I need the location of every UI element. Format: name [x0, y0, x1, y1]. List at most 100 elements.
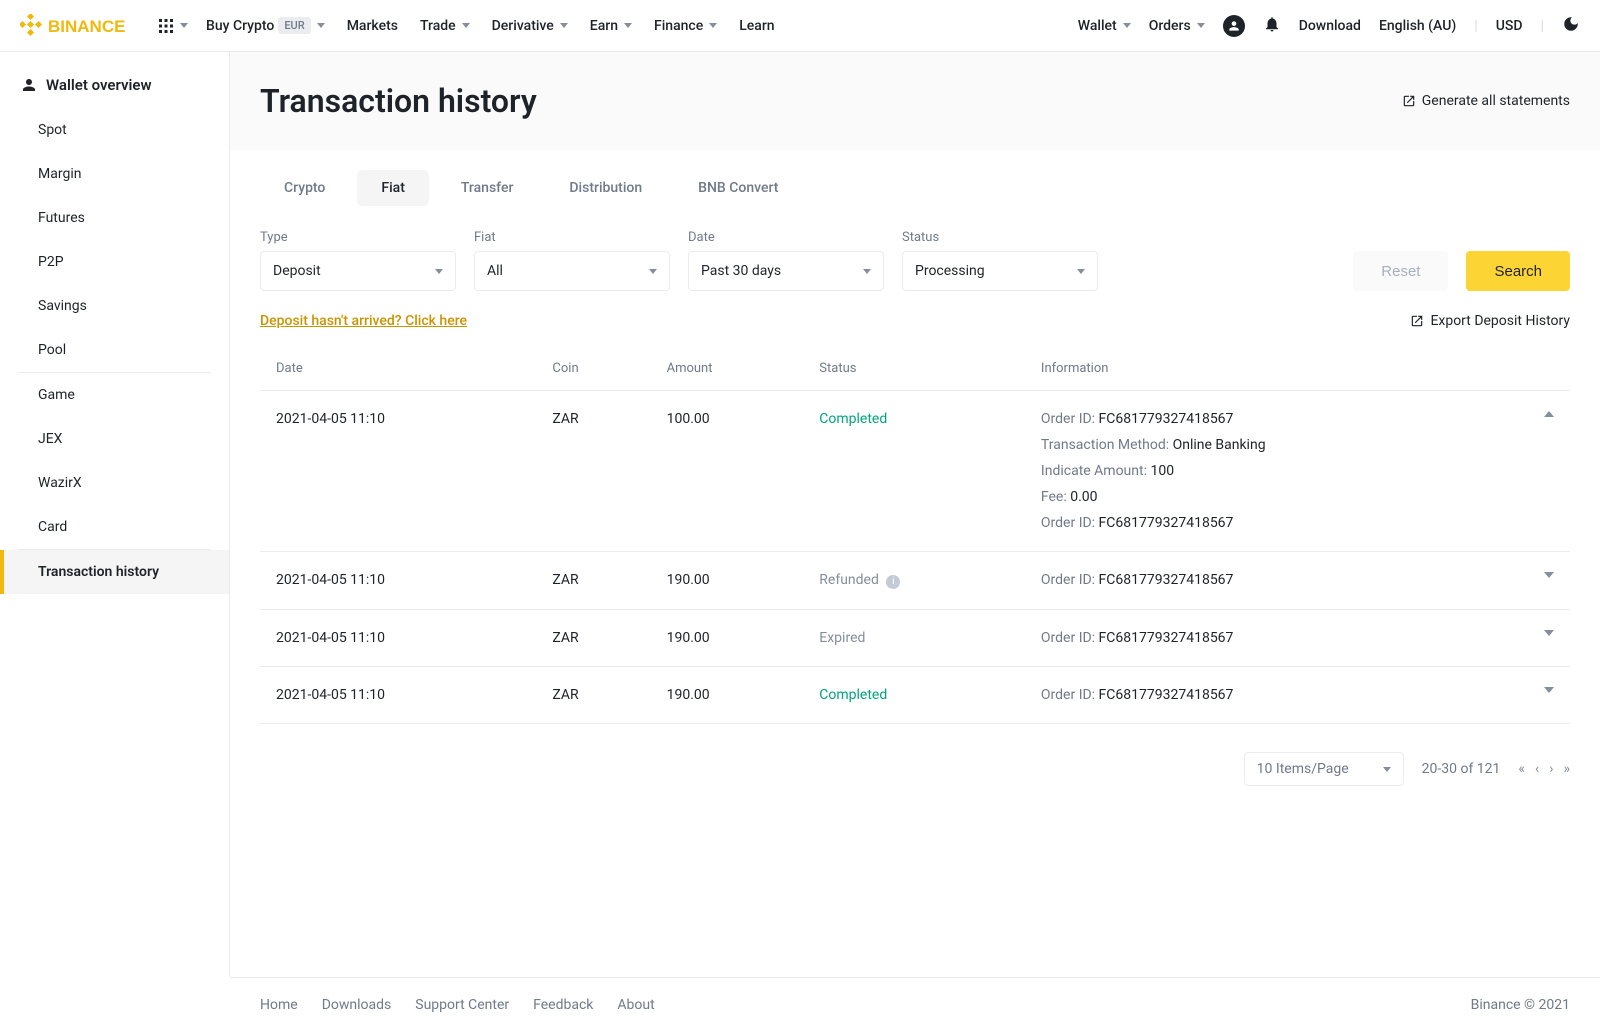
grid-icon: [158, 18, 174, 34]
pager-next[interactable]: ›: [1549, 761, 1553, 777]
sidebar-item-transaction-history[interactable]: Transaction history: [0, 550, 229, 594]
cell-coin: ZAR: [536, 391, 650, 552]
table-row: 2021-04-05 11:10 ZAR 100.00 Completed Or…: [260, 391, 1570, 552]
sidebar-item-card[interactable]: Card: [18, 505, 211, 550]
chevron-down-icon: [1383, 767, 1391, 772]
tab-crypto[interactable]: Crypto: [260, 170, 349, 206]
cell-information: Order ID: FC681779327418567: [1025, 610, 1528, 667]
sidebar-item-spot[interactable]: Spot: [18, 108, 211, 152]
filter-fiat-select[interactable]: All: [474, 251, 670, 291]
tab-distribution[interactable]: Distribution: [545, 170, 666, 206]
nav-trade[interactable]: Trade: [420, 18, 470, 34]
tab-transfer[interactable]: Transfer: [437, 170, 538, 206]
col-status: Status: [803, 347, 1025, 391]
filter-status-select[interactable]: Processing: [902, 251, 1098, 291]
binance-logo[interactable]: BINANCE: [20, 14, 140, 38]
nav-orders[interactable]: Orders: [1149, 18, 1205, 34]
row-expand-toggle[interactable]: [1544, 572, 1554, 578]
chevron-down-icon: [560, 23, 568, 28]
nav-buy-crypto[interactable]: Buy Crypto EUR: [206, 17, 325, 34]
cell-status: Expired: [803, 610, 1025, 667]
row-expand-toggle[interactable]: [1544, 687, 1554, 693]
nav-wallet[interactable]: Wallet: [1078, 18, 1131, 34]
footer-home[interactable]: Home: [260, 997, 298, 1013]
sidebar-item-jex[interactable]: JEX: [18, 417, 211, 461]
sidebar-item-futures[interactable]: Futures: [18, 196, 211, 240]
nav-markets[interactable]: Markets: [347, 18, 398, 34]
nav-derivative[interactable]: Derivative: [492, 18, 568, 34]
transactions-table: Date Coin Amount Status Information 2021…: [260, 347, 1570, 724]
nav-finance[interactable]: Finance: [654, 18, 717, 34]
cell-status: Completed: [803, 391, 1025, 552]
cell-information: Order ID: FC681779327418567 Transaction …: [1025, 391, 1528, 552]
currency-badge: EUR: [278, 17, 310, 34]
items-per-page-select[interactable]: 10 Items/Page: [1244, 752, 1404, 786]
theme-toggle[interactable]: [1562, 15, 1580, 37]
generate-statements-link[interactable]: Generate all statements: [1402, 93, 1570, 109]
info-icon[interactable]: i: [886, 575, 900, 589]
pager-first[interactable]: «: [1518, 761, 1525, 777]
nav-learn[interactable]: Learn: [739, 18, 774, 34]
row-expand-toggle[interactable]: [1544, 630, 1554, 636]
apps-menu[interactable]: [158, 18, 188, 34]
cell-status: Completed: [803, 667, 1025, 724]
export-deposit-history-link[interactable]: Export Deposit History: [1410, 313, 1570, 329]
nav-download[interactable]: Download: [1299, 18, 1361, 34]
filter-date-select[interactable]: Past 30 days: [688, 251, 884, 291]
header-right: Wallet Orders Download English (AU) | US…: [1078, 15, 1580, 37]
cell-amount: 190.00: [651, 667, 804, 724]
col-coin: Coin: [536, 347, 650, 391]
footer-downloads[interactable]: Downloads: [322, 997, 392, 1013]
sidebar: Wallet overview Spot Margin Futures P2P …: [0, 52, 230, 977]
footer-about[interactable]: About: [617, 997, 654, 1013]
chevron-down-icon: [435, 269, 443, 274]
main-nav: Buy Crypto EUR Markets Trade Derivative …: [206, 17, 775, 34]
filter-type-select[interactable]: Deposit: [260, 251, 456, 291]
chevron-down-icon: [649, 269, 657, 274]
nav-language[interactable]: English (AU): [1379, 18, 1456, 34]
cell-date: 2021-04-05 11:10: [260, 667, 536, 724]
filters-row: Type Deposit Fiat All Date Past 30 days …: [260, 230, 1570, 291]
sidebar-title[interactable]: Wallet overview: [0, 70, 229, 108]
sidebar-item-margin[interactable]: Margin: [18, 152, 211, 196]
chevron-down-icon: [1197, 23, 1205, 28]
external-link-icon: [1402, 94, 1416, 108]
footer-support[interactable]: Support Center: [415, 997, 509, 1013]
filter-status-label: Status: [902, 230, 1098, 245]
user-avatar[interactable]: [1223, 15, 1245, 37]
pager-prev[interactable]: ‹: [1535, 761, 1539, 777]
nav-earn[interactable]: Earn: [590, 18, 632, 34]
sidebar-item-game[interactable]: Game: [18, 373, 211, 417]
sidebar-item-pool[interactable]: Pool: [18, 328, 211, 373]
tab-fiat[interactable]: Fiat: [357, 170, 429, 206]
filter-type-label: Type: [260, 230, 456, 245]
cell-coin: ZAR: [536, 610, 650, 667]
page-header: Transaction history Generate all stateme…: [230, 52, 1600, 150]
cell-coin: ZAR: [536, 667, 650, 724]
bell-icon[interactable]: [1263, 15, 1281, 37]
sidebar-item-wazirx[interactable]: WazirX: [18, 461, 211, 505]
chevron-down-icon: [1077, 269, 1085, 274]
sidebar-item-savings[interactable]: Savings: [18, 284, 211, 328]
search-button[interactable]: Search: [1466, 251, 1570, 291]
col-information: Information: [1025, 347, 1528, 391]
page-title: Transaction history: [260, 82, 537, 120]
tab-bnb-convert[interactable]: BNB Convert: [674, 170, 802, 206]
chevron-down-icon: [180, 23, 188, 28]
chevron-down-icon: [624, 23, 632, 28]
cell-coin: ZAR: [536, 552, 650, 610]
chevron-down-icon: [709, 23, 717, 28]
pager-last[interactable]: »: [1563, 761, 1570, 777]
top-header: BINANCE Buy Crypto EUR Markets Trade Der…: [0, 0, 1600, 52]
nav-currency[interactable]: USD: [1496, 18, 1523, 34]
deposit-not-arrived-link[interactable]: Deposit hasn't arrived? Click here: [260, 313, 467, 329]
cell-date: 2021-04-05 11:10: [260, 391, 536, 552]
table-row: 2021-04-05 11:10 ZAR 190.00 Refunded i O…: [260, 552, 1570, 610]
sidebar-item-p2p[interactable]: P2P: [18, 240, 211, 284]
footer-feedback[interactable]: Feedback: [533, 997, 593, 1013]
table-row: 2021-04-05 11:10 ZAR 190.00 Completed Or…: [260, 667, 1570, 724]
reset-button[interactable]: Reset: [1353, 251, 1448, 291]
nav-label: Buy Crypto: [206, 18, 274, 34]
cell-information: Order ID: FC681779327418567: [1025, 552, 1528, 610]
row-expand-toggle[interactable]: [1544, 411, 1554, 417]
